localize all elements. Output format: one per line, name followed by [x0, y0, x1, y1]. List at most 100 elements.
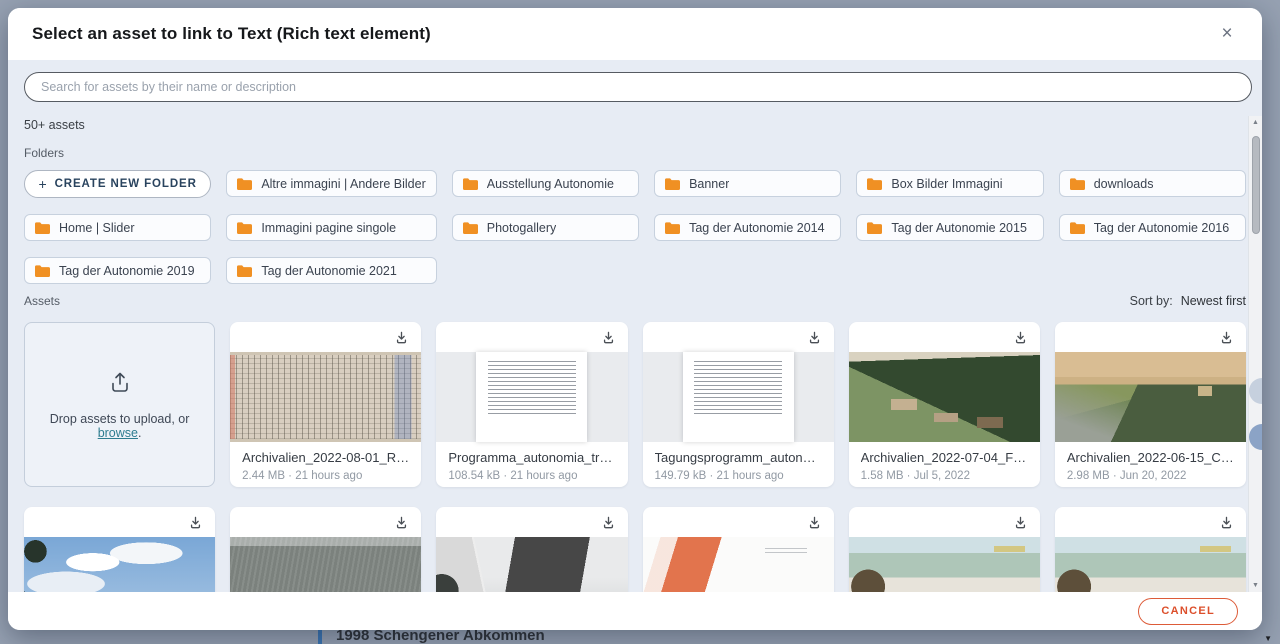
modal-header: Select an asset to link to Text (Rich te…	[8, 8, 1262, 60]
create-folder-label: CREATE NEW FOLDER	[55, 178, 197, 190]
sort-value-dropdown[interactable]: Newest first	[1181, 294, 1246, 308]
download-icon[interactable]	[805, 328, 824, 347]
asset-card[interactable]	[643, 507, 834, 592]
download-icon[interactable]	[186, 513, 205, 532]
card-info: Programma_autonomia_tra_ieri_o… 108.54 k…	[436, 442, 627, 482]
folder-icon	[867, 178, 882, 190]
asset-picker-modal: Select an asset to link to Text (Rich te…	[8, 8, 1262, 630]
folder-icon	[665, 222, 680, 234]
folders-section-label: Folders	[24, 146, 1262, 160]
asset-meta: 2.98 MB · Jun 20, 2022	[1067, 470, 1234, 482]
heading-accent-bar	[318, 629, 322, 644]
folder-icon	[867, 222, 882, 234]
asset-thumbnail	[230, 537, 421, 592]
asset-card[interactable]	[24, 507, 215, 592]
download-icon[interactable]	[1217, 328, 1236, 347]
asset-thumbnail	[230, 352, 421, 442]
folder-icon	[463, 222, 478, 234]
card-toolbar	[849, 322, 1040, 352]
asset-card[interactable]	[230, 507, 421, 592]
asset-thumbnail	[849, 537, 1040, 592]
assets-grid: Drop assets to upload, or browse. Archiv…	[24, 322, 1246, 592]
card-toolbar	[1055, 507, 1246, 537]
download-icon[interactable]	[599, 328, 618, 347]
asset-card-castel[interactable]: Archivalien_2022-06-15_Castel-T… 2.98 MB…	[1055, 322, 1246, 487]
download-icon[interactable]	[1011, 513, 1030, 532]
download-icon[interactable]	[599, 513, 618, 532]
scrollbar-up-icon[interactable]: ▲	[1249, 119, 1262, 126]
asset-thumbnail	[1055, 352, 1246, 442]
folder-chip-label: downloads	[1094, 177, 1154, 191]
folder-chip-tag-der-autonomie-2021[interactable]: Tag der Autonomie 2021	[226, 257, 436, 284]
folder-chip-label: Tag der Autonomie 2021	[261, 264, 397, 278]
folder-icon	[1070, 178, 1085, 190]
download-icon[interactable]	[392, 513, 411, 532]
folder-chip-ausstellung-autonomie[interactable]: Ausstellung Autonomie	[452, 170, 639, 197]
search-row	[8, 60, 1262, 102]
card-toolbar	[436, 507, 627, 537]
folder-chip-box-bilder-immagini[interactable]: Box Bilder Immagini	[856, 170, 1043, 197]
folder-chip-immagini-pagine-singole[interactable]: Immagini pagine singole	[226, 214, 436, 241]
folder-chip-banner[interactable]: Banner	[654, 170, 841, 197]
card-toolbar	[643, 322, 834, 352]
folder-chip-tag-der-autonomie-2014[interactable]: Tag der Autonomie 2014	[654, 214, 841, 241]
create-new-folder-button[interactable]: + CREATE NEW FOLDER	[24, 170, 211, 198]
sort-control: Sort by: Newest first	[1130, 294, 1246, 308]
card-info: Archivalien_2022-08-01_Registro… 2.44 MB…	[230, 442, 421, 482]
download-icon[interactable]	[1217, 513, 1236, 532]
folder-chip-home-slider[interactable]: Home | Slider	[24, 214, 211, 241]
download-icon[interactable]	[805, 513, 824, 532]
folder-chip-label: Immagini pagine singole	[261, 221, 396, 235]
card-info: Archivalien_2022-06-15_Castel-T… 2.98 MB…	[1055, 442, 1246, 482]
upload-dropzone[interactable]: Drop assets to upload, or browse.	[24, 322, 215, 487]
close-icon[interactable]: ×	[1214, 21, 1240, 47]
asset-name: Programma_autonomia_tra_ieri_o…	[448, 450, 615, 465]
asset-thumbnail	[643, 352, 834, 442]
card-toolbar	[849, 507, 1040, 537]
asset-card-furnacia[interactable]: Archivalien_2022-07-04_Furnacia… 1.58 MB…	[849, 322, 1040, 487]
folder-chip-downloads[interactable]: downloads	[1059, 170, 1246, 197]
asset-thumbnail	[436, 537, 627, 592]
page-scroll-down-icon[interactable]: ▼	[1264, 634, 1272, 643]
folder-icon	[35, 222, 50, 234]
asset-card-programma[interactable]: Programma_autonomia_tra_ieri_o… 108.54 k…	[436, 322, 627, 487]
modal-scrollbar[interactable]: ▲ ▼	[1248, 116, 1262, 592]
folder-chip-altre-immagini[interactable]: Altre immagini | Andere Bilder	[226, 170, 436, 197]
card-toolbar	[436, 322, 627, 352]
dropzone-text: Drop assets to upload, or browse.	[35, 412, 204, 440]
assets-section-label: Assets	[24, 294, 60, 308]
cancel-button[interactable]: CANCEL	[1138, 598, 1238, 625]
card-info: Tagungsprogramm_autonomie_ge… 149.79 kB …	[643, 442, 834, 482]
download-icon[interactable]	[1011, 328, 1030, 347]
folder-chip-label: Photogallery	[487, 221, 557, 235]
download-icon[interactable]	[392, 328, 411, 347]
card-toolbar	[230, 322, 421, 352]
asset-card-tagungsprogramm[interactable]: Tagungsprogramm_autonomie_ge… 149.79 kB …	[643, 322, 834, 487]
search-input[interactable]	[24, 72, 1252, 102]
browse-link[interactable]: browse	[98, 426, 138, 440]
folder-chip-label: Tag der Autonomie 2019	[59, 264, 195, 278]
folder-chip-tag-der-autonomie-2019[interactable]: Tag der Autonomie 2019	[24, 257, 211, 284]
asset-card[interactable]	[1055, 507, 1246, 592]
folder-icon	[237, 178, 252, 190]
folder-chip-tag-der-autonomie-2015[interactable]: Tag der Autonomie 2015	[856, 214, 1043, 241]
asset-thumbnail	[643, 537, 834, 592]
asset-card-registro[interactable]: Archivalien_2022-08-01_Registro… 2.44 MB…	[230, 322, 421, 487]
modal-title: Select an asset to link to Text (Rich te…	[32, 24, 431, 44]
asset-name: Archivalien_2022-06-15_Castel-T…	[1067, 450, 1234, 465]
results-count: 50+ assets	[24, 118, 1262, 132]
plus-icon: +	[39, 176, 48, 192]
folder-chip-photogallery[interactable]: Photogallery	[452, 214, 639, 241]
folder-icon	[237, 222, 252, 234]
asset-name: Tagungsprogramm_autonomie_ge…	[655, 450, 822, 465]
asset-card[interactable]	[849, 507, 1040, 592]
folder-icon	[237, 265, 252, 277]
folder-chip-label: Ausstellung Autonomie	[487, 177, 614, 191]
folder-chip-label: Tag der Autonomie 2015	[891, 221, 1027, 235]
folder-chip-tag-der-autonomie-2016[interactable]: Tag der Autonomie 2016	[1059, 214, 1246, 241]
card-info: Archivalien_2022-07-04_Furnacia… 1.58 MB…	[849, 442, 1040, 482]
scrollbar-down-icon[interactable]: ▼	[1249, 582, 1262, 589]
scrollbar-thumb[interactable]	[1252, 136, 1260, 234]
card-toolbar	[1055, 322, 1246, 352]
asset-card[interactable]	[436, 507, 627, 592]
